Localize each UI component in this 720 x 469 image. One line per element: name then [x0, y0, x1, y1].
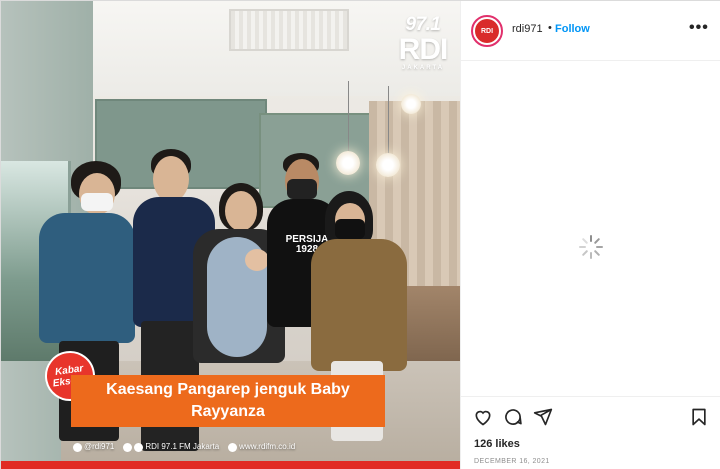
headline-banner: Kaesang Pangarep jenguk Baby Rayyanza — [71, 375, 385, 427]
post-header: RDI rdi971 • Follow ••• — [461, 1, 720, 61]
post-sidebar: RDI rdi971 • Follow ••• 126 likes DECEMB… — [460, 1, 720, 469]
wall-lamp — [401, 94, 421, 114]
headline-line-1: Kaesang Pangarep jenguk Baby — [106, 381, 350, 398]
facebook-icon — [123, 442, 133, 452]
action-bar — [461, 396, 720, 436]
logo-name: RDI — [398, 33, 449, 66]
separator-dot: • — [548, 22, 552, 34]
bookmark-icon[interactable] — [689, 407, 709, 427]
pendant-lamp — [376, 153, 400, 177]
lamp-cord — [388, 86, 389, 154]
footer-website: www.rdifm.co.id — [228, 442, 295, 452]
footer-red-line — [1, 461, 460, 469]
likes-count[interactable]: 126 likes — [474, 438, 520, 450]
post-date[interactable]: DECEMBER 16, 2021 — [474, 458, 550, 465]
social-footer: @rdi971 RDI 97.1 FM Jakarta www.rdifm.co… — [73, 439, 393, 455]
instagram-post-modal: PERSIJA 1928 97.1 RDI JAKARTA Kabar Ekse… — [0, 0, 720, 469]
profile-avatar[interactable]: RDI — [471, 15, 503, 47]
baby-face — [245, 249, 269, 271]
lamp-cord — [348, 81, 349, 151]
more-options-icon[interactable]: ••• — [689, 19, 709, 37]
air-conditioner — [229, 9, 349, 51]
pendant-lamp — [336, 151, 360, 175]
footer-station: RDI 97.1 FM Jakarta — [123, 442, 219, 452]
instagram-icon — [73, 442, 82, 452]
comment-icon[interactable] — [503, 407, 523, 427]
loading-spinner-icon — [579, 235, 603, 259]
rdi-logo: 97.1 RDI JAKARTA — [391, 14, 455, 72]
globe-icon — [228, 442, 238, 452]
avatar-logo: RDI — [475, 19, 499, 43]
post-image: PERSIJA 1928 97.1 RDI JAKARTA Kabar Ekse… — [1, 1, 460, 469]
footer-instagram: @rdi971 — [73, 442, 114, 452]
youtube-icon — [134, 442, 144, 452]
paper-plane-icon[interactable] — [533, 407, 553, 427]
follow-button[interactable]: Follow — [555, 23, 590, 35]
headline-line-2: Rayyanza — [191, 403, 265, 420]
logo-frequency: 97.1 — [405, 14, 441, 35]
username-link[interactable]: rdi971 — [512, 23, 543, 35]
heart-icon[interactable] — [473, 407, 493, 427]
